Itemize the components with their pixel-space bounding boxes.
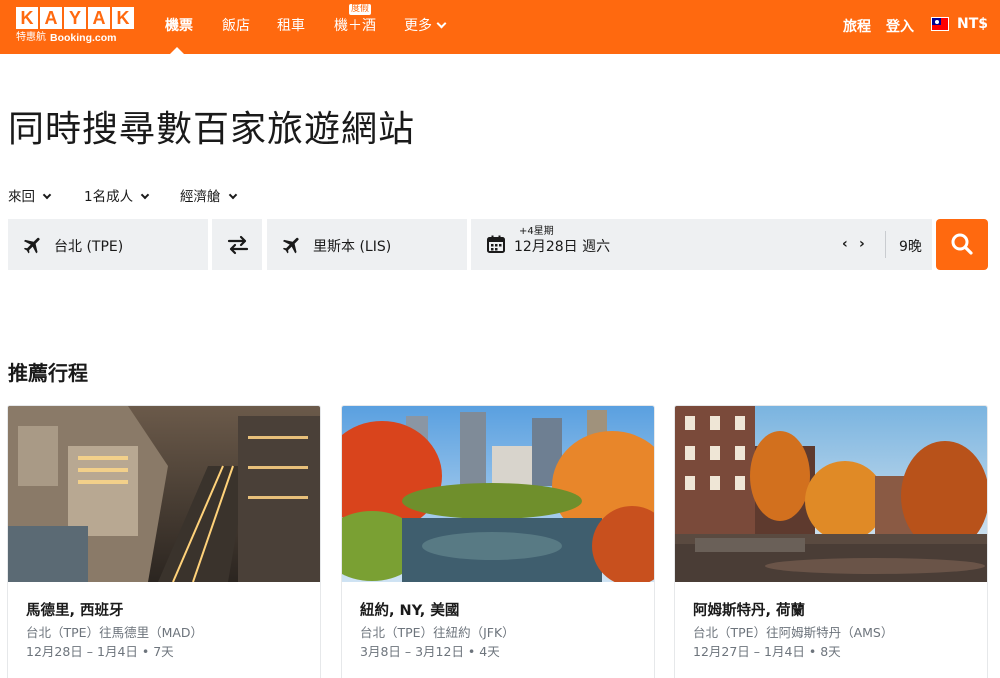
airplane-icon: [282, 237, 299, 254]
trips-link[interactable]: 旅程: [843, 16, 871, 36]
login-link[interactable]: 登入: [886, 16, 914, 36]
logo-letter: K: [112, 7, 134, 29]
logo-letters: K A Y A K: [16, 7, 134, 29]
card-title: 阿姆斯特丹, 荷蘭: [693, 603, 806, 619]
page-title: 同時搜尋數百家旅遊網站: [8, 109, 416, 150]
taiwan-flag-icon[interactable]: [931, 17, 949, 31]
card-dates: 12月27日 – 1月4日 • 8天: [693, 644, 841, 659]
swap-button[interactable]: [212, 219, 262, 270]
logo-subtitle: 特惠航 Booking.com: [16, 32, 134, 44]
origin-field[interactable]: 台北 (TPE): [8, 219, 208, 270]
travelers-dropdown[interactable]: 1名成人: [84, 185, 150, 205]
logo-letter: K: [16, 7, 38, 29]
trip-card-new-york[interactable]: 紐約, NY, 美國 台北（TPE）往紐約（JFK） 3月8日 – 3月12日 …: [341, 405, 655, 678]
destination-value: 里斯本 (LIS): [313, 239, 392, 255]
chevron-down-icon: [140, 190, 150, 200]
card-route: 台北（TPE）往馬德里（MAD）: [26, 625, 204, 640]
nights-count[interactable]: 9晚: [899, 236, 922, 256]
cabin-label: 經濟艙: [180, 189, 221, 205]
logo-sub-partner: Booking.com: [50, 32, 117, 44]
logo-letter: A: [88, 7, 110, 29]
active-nav-indicator: [170, 47, 184, 54]
card-route: 台北（TPE）往阿姆斯特丹（AMS）: [693, 625, 894, 640]
card-title: 紐約, NY, 美國: [360, 603, 460, 619]
origin-value: 台北 (TPE): [54, 239, 124, 255]
top-header: K A Y A K 特惠航 Booking.com 機票 飯店 租車 機＋酒 更…: [0, 0, 1000, 54]
packages-badge: 度假: [349, 4, 372, 15]
currency-selector[interactable]: NT$: [957, 16, 988, 32]
destination-field[interactable]: 里斯本 (LIS): [267, 219, 467, 270]
nav-hotels[interactable]: 飯店: [222, 17, 250, 35]
calendar-icon: [487, 235, 505, 253]
section-title: 推薦行程: [8, 361, 88, 385]
nav-flights[interactable]: 機票: [165, 17, 193, 35]
date-prev-button[interactable]: ‹: [842, 236, 848, 252]
flag-canton: [932, 18, 941, 25]
nav-more[interactable]: 更多: [404, 17, 447, 35]
card-dates: 3月8日 – 3月12日 • 4天: [360, 644, 500, 659]
logo-letter: A: [40, 7, 62, 29]
new-york-photo: [342, 406, 654, 582]
nav-cars[interactable]: 租車: [277, 17, 305, 35]
flag-sun: [934, 19, 939, 24]
date-flex-label: +4星期: [519, 226, 554, 237]
madrid-photo: [8, 406, 320, 582]
search-icon: [951, 233, 973, 255]
trip-card-amsterdam[interactable]: 阿姆斯特丹, 荷蘭 台北（TPE）往阿姆斯特丹（AMS） 12月27日 – 1月…: [674, 405, 988, 678]
trip-type-dropdown[interactable]: 來回: [8, 185, 52, 205]
swap-arrows-icon: [227, 235, 249, 255]
card-dates: 12月28日 – 1月4日 • 7天: [26, 644, 174, 659]
kayak-logo[interactable]: K A Y A K 特惠航 Booking.com: [16, 7, 134, 47]
card-route: 台北（TPE）往紐約（JFK）: [360, 625, 515, 640]
amsterdam-photo: [675, 406, 987, 582]
divider: [885, 231, 886, 258]
airplane-icon: [23, 237, 40, 254]
search-button[interactable]: [936, 219, 988, 270]
card-title: 馬德里, 西班牙: [26, 603, 124, 619]
chevron-down-icon: [228, 190, 237, 200]
chevron-down-icon: [436, 18, 447, 29]
trip-card-madrid[interactable]: 馬德里, 西班牙 台北（TPE）往馬德里（MAD） 12月28日 – 1月4日 …: [7, 405, 321, 678]
travelers-label: 1名成人: [84, 189, 134, 205]
date-value: 12月28日 週六: [514, 239, 611, 255]
cabin-dropdown[interactable]: 經濟艙: [180, 185, 237, 205]
chevron-down-icon: [42, 190, 52, 200]
nav-packages[interactable]: 機＋酒: [334, 17, 376, 35]
nav-more-label: 更多: [404, 18, 432, 34]
trip-type-label: 來回: [8, 189, 35, 205]
date-field[interactable]: +4星期 12月28日 週六 ‹ › 9晚: [471, 219, 932, 270]
date-next-button[interactable]: ›: [859, 236, 865, 252]
logo-sub-chinese: 特惠航: [16, 32, 46, 43]
logo-letter: Y: [64, 7, 86, 29]
